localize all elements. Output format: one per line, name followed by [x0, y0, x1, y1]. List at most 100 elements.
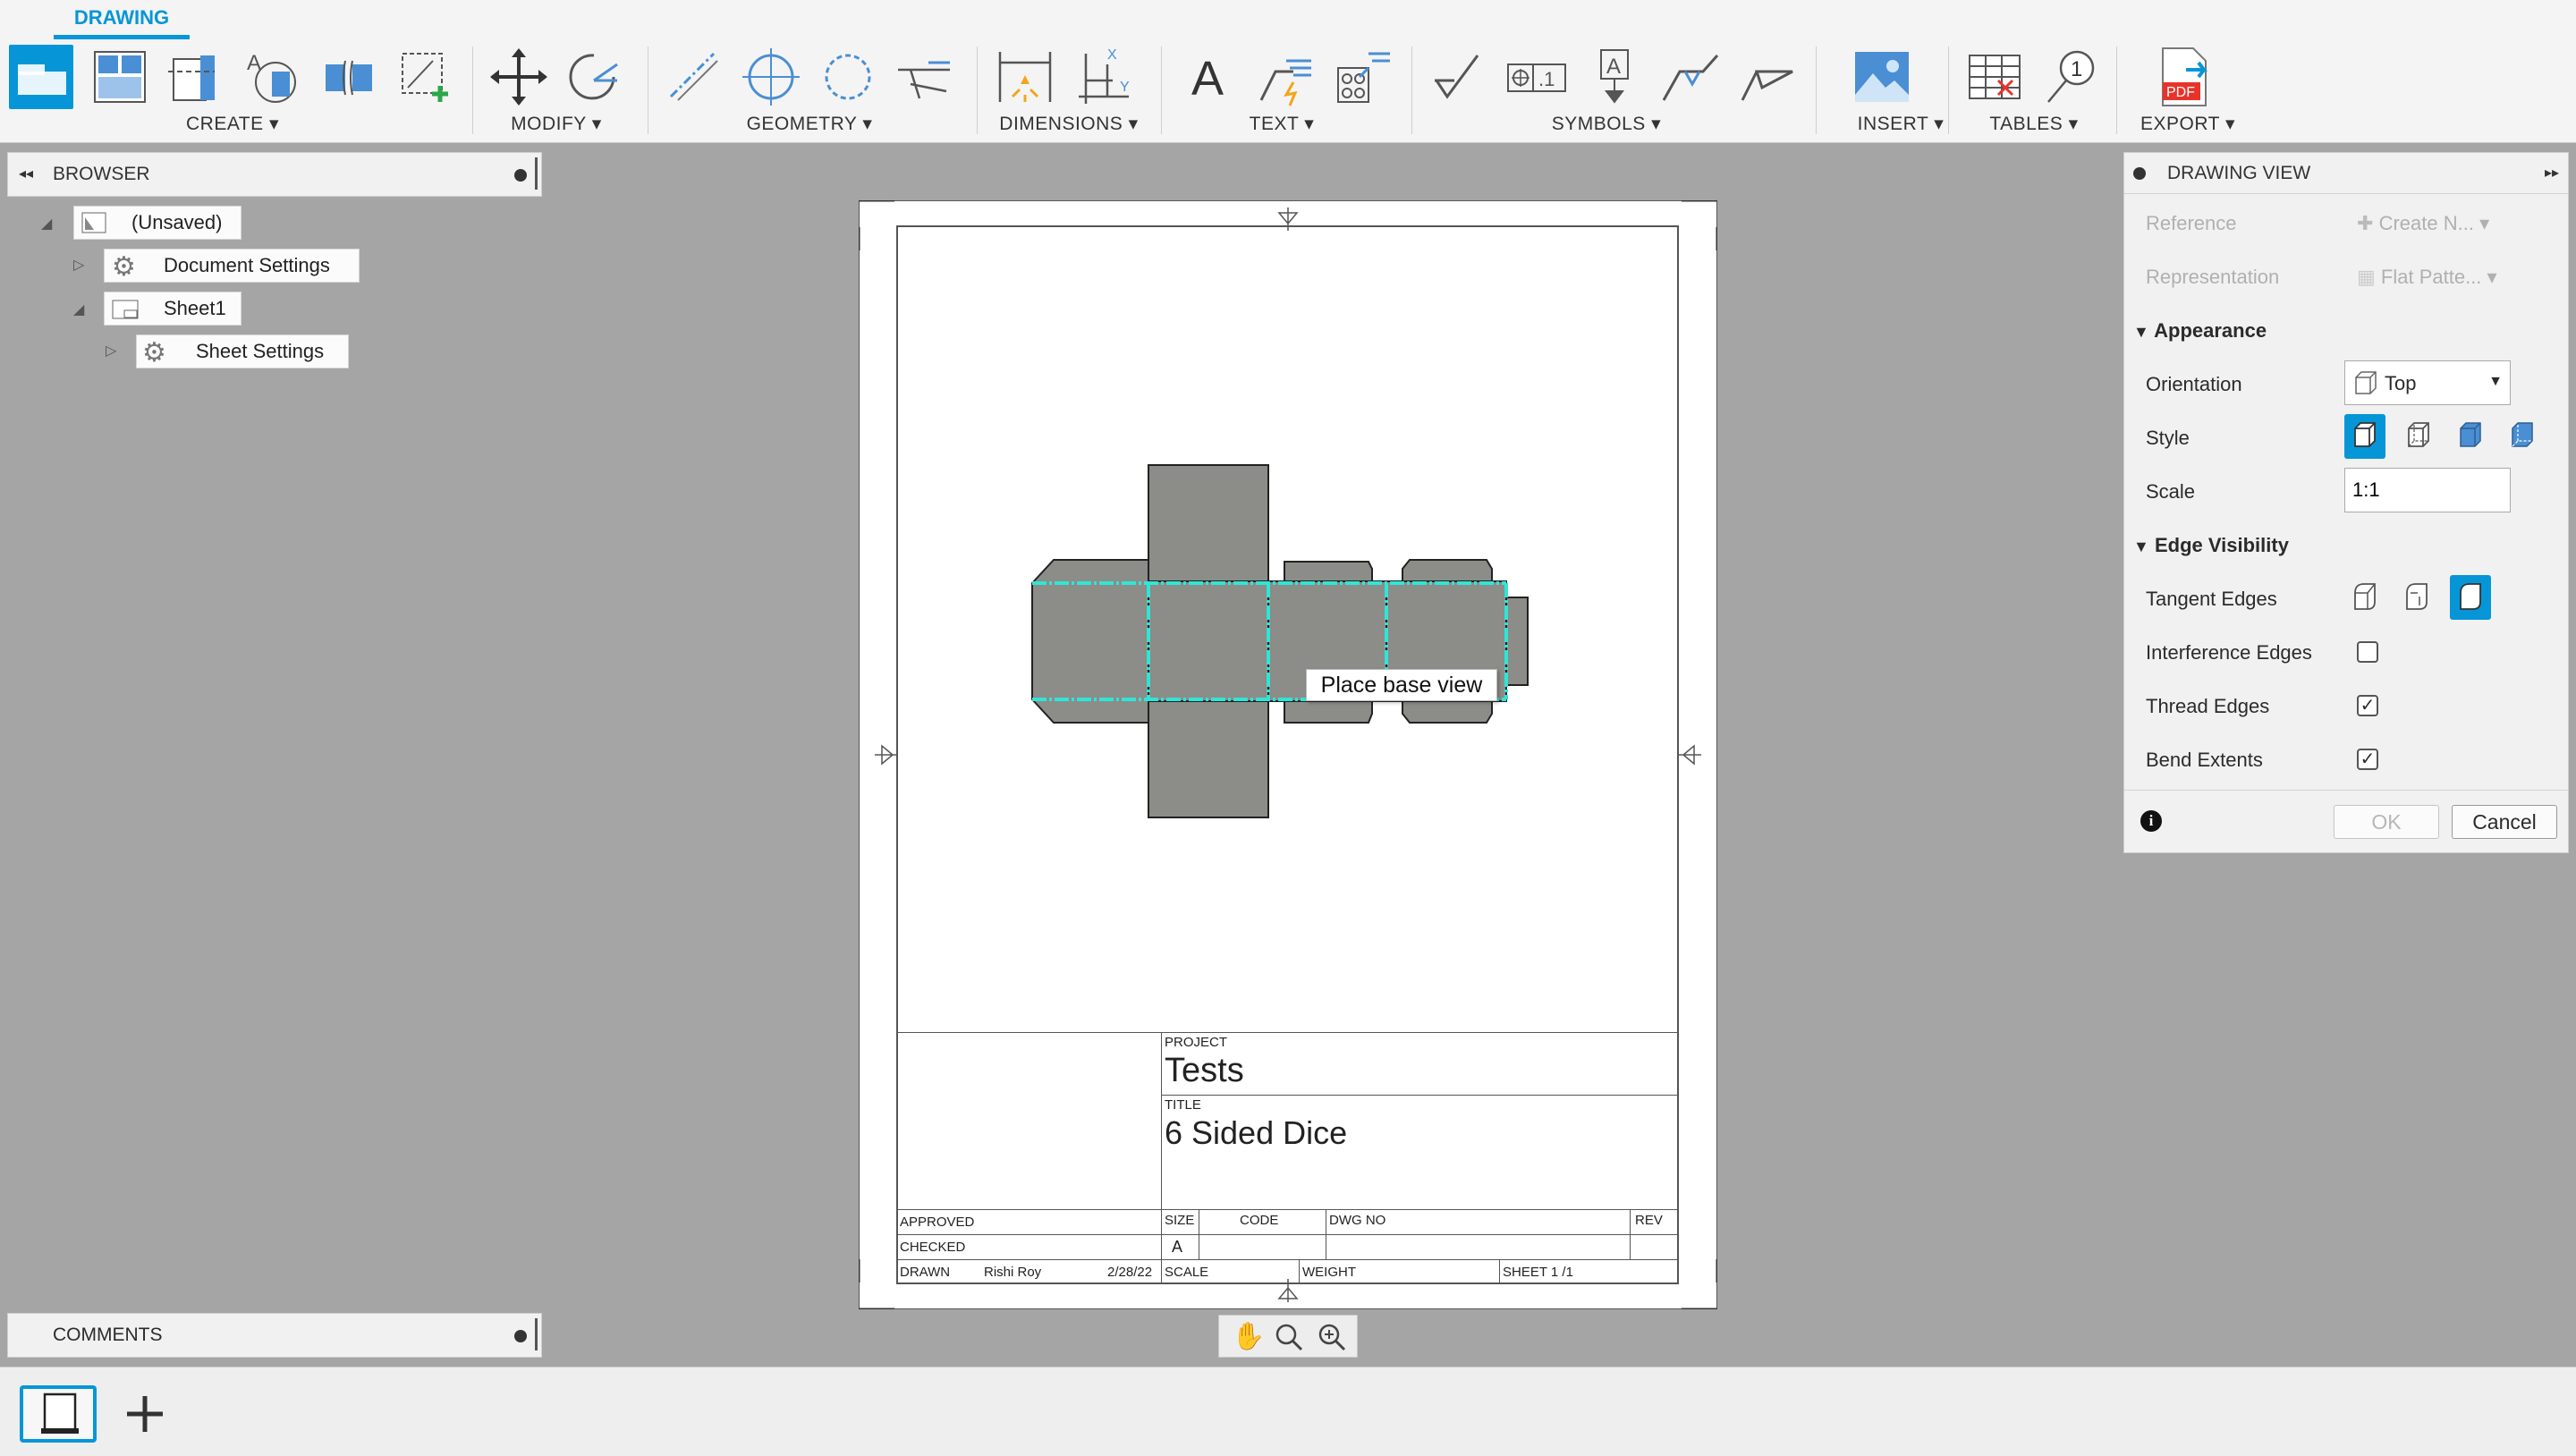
drawing-view-panel: DRAWING VIEW ▸▸ Reference ✚ Create N... …	[2123, 152, 2569, 853]
thread-edges-checkbox[interactable]: ✓	[2357, 695, 2378, 716]
create-new-icon: ✚	[2357, 212, 2374, 234]
create-caret: ▾	[268, 114, 279, 134]
tab-end	[1505, 597, 1529, 686]
collapse-browser-icon[interactable]: ◂◂	[19, 153, 33, 196]
ok-button[interactable]: OK	[2334, 805, 2439, 839]
break-view-icon[interactable]	[317, 45, 381, 109]
edge-extension-icon[interactable]	[893, 45, 957, 109]
reference-caret: ▾	[2479, 212, 2490, 234]
rotate-icon[interactable]	[562, 45, 626, 109]
size-value: A	[1172, 1238, 1183, 1256]
comments-toggle-icon[interactable]	[514, 1330, 527, 1342]
cancel-button[interactable]: Cancel	[2452, 805, 2557, 839]
center-mark-pattern-icon[interactable]	[816, 45, 880, 109]
tangent-shortened-button[interactable]	[2396, 575, 2437, 620]
add-sheet-button[interactable]	[107, 1385, 182, 1443]
browser-item-sheet1[interactable]: Sheet1	[104, 292, 242, 326]
weld-symbol-icon[interactable]	[1658, 45, 1723, 109]
ordinate-dimension-icon[interactable]: XY	[1072, 45, 1136, 109]
face-top	[1148, 464, 1269, 584]
appearance-section[interactable]: ▼ Appearance	[2133, 319, 2267, 343]
tables-label[interactable]: TABLES	[1989, 114, 2063, 134]
svg-text:A: A	[1606, 55, 1621, 79]
insert-image-icon[interactable]	[1850, 45, 1914, 109]
expand-panel-icon[interactable]: ▸▸	[2545, 153, 2559, 194]
group-text: A TEXT ▾	[1179, 39, 1394, 143]
tangent-edges-label: Tangent Edges	[2146, 588, 2277, 610]
orientation-caret: ▼	[2488, 374, 2503, 389]
appearance-title: Appearance	[2154, 319, 2267, 342]
separator	[1948, 47, 1949, 134]
checked-label: CHECKED	[900, 1240, 966, 1255]
reference-dropdown[interactable]: ✚ Create N... ▾	[2357, 212, 2489, 235]
zoom-window-icon[interactable]	[1275, 1323, 1303, 1351]
move-icon[interactable]	[487, 45, 551, 109]
expand-sheet1-icon[interactable]: ◢	[73, 301, 84, 318]
geometry-caret: ▾	[862, 114, 873, 134]
reference-label: Reference	[2146, 212, 2237, 234]
flat-pattern-preview[interactable]	[1029, 461, 1538, 819]
project-value: Tests	[1165, 1052, 1244, 1089]
geometry-label[interactable]: GEOMETRY	[747, 114, 857, 134]
browser-item-root[interactable]: (Unsaved)	[73, 206, 242, 240]
sheet-tab-1[interactable]	[20, 1385, 97, 1443]
dimension-icon[interactable]	[993, 45, 1057, 109]
zoom-icon[interactable]	[1318, 1323, 1346, 1351]
orientation-dropdown[interactable]: Top ▼	[2344, 360, 2511, 405]
style-shaded-hidden-button[interactable]	[2502, 414, 2543, 459]
browser-item-document-settings[interactable]: ⚙ Document Settings	[104, 249, 360, 283]
taper-slope-icon[interactable]	[1735, 45, 1800, 109]
hole-thread-note-icon[interactable]	[1329, 45, 1394, 109]
sketch-icon[interactable]	[394, 45, 458, 109]
dimensions-label[interactable]: DIMENSIONS	[999, 114, 1123, 134]
bend-extents-checkbox[interactable]: ✓	[2357, 749, 2378, 770]
browser-toggle-icon[interactable]	[514, 169, 527, 182]
representation-dropdown[interactable]: ▦ Flat Patte... ▾	[2357, 266, 2497, 289]
interference-edges-checkbox[interactable]	[2357, 641, 2378, 663]
centerline-icon[interactable]	[662, 45, 726, 109]
expand-root-icon[interactable]: ◢	[41, 215, 52, 233]
table-icon[interactable]	[1962, 45, 2027, 109]
balloon-icon[interactable]: 1	[2038, 45, 2102, 109]
comments-resize-handle[interactable]	[535, 1318, 538, 1350]
export-label[interactable]: EXPORT	[2140, 114, 2220, 134]
center-mark-icon[interactable]	[739, 45, 803, 109]
size-label: SIZE	[1165, 1213, 1195, 1228]
panel-status-icon	[2133, 167, 2146, 180]
tangent-off-button[interactable]	[2450, 575, 2491, 620]
feature-control-frame-icon[interactable]: .1	[1504, 45, 1569, 109]
create-label[interactable]: CREATE	[186, 114, 264, 134]
text-label[interactable]: TEXT	[1250, 114, 1299, 134]
text-icon[interactable]: A	[1179, 45, 1243, 109]
style-visible-edges-button[interactable]	[2344, 414, 2385, 459]
section-view-icon[interactable]	[161, 45, 225, 109]
expand-sheet-settings-icon[interactable]: ▷	[106, 342, 116, 360]
browser-item-sheet-settings[interactable]: ⚙ Sheet Settings	[136, 334, 349, 368]
export-pdf-icon[interactable]: PDF	[2154, 45, 2218, 109]
surface-texture-icon[interactable]	[1428, 45, 1492, 109]
symbols-label[interactable]: SYMBOLS	[1552, 114, 1646, 134]
tab-drawing[interactable]: DRAWING	[54, 0, 190, 39]
insert-label[interactable]: INSERT	[1858, 114, 1928, 134]
modify-label[interactable]: MODIFY	[511, 114, 586, 134]
browser-resize-handle[interactable]	[535, 157, 538, 190]
tangent-full-button[interactable]	[2344, 575, 2385, 620]
bend-extents-label: Bend Extents	[2146, 749, 2263, 771]
base-view-icon[interactable]	[9, 45, 73, 109]
style-shaded-button[interactable]	[2450, 414, 2491, 459]
project-label: PROJECT	[1165, 1035, 1228, 1050]
projected-view-icon[interactable]	[86, 45, 150, 109]
sheet-label: SHEET 1 /1	[1503, 1265, 1573, 1280]
scale-input[interactable]	[2344, 468, 2511, 512]
tab-right-2-bottom	[1402, 700, 1493, 724]
leader-icon[interactable]	[1254, 45, 1318, 109]
svg-text:X: X	[1107, 47, 1117, 63]
edge-visibility-section[interactable]: ▼ Edge Visibility	[2133, 534, 2289, 557]
style-hidden-edges-button[interactable]	[2398, 414, 2439, 459]
expand-document-settings-icon[interactable]: ▷	[73, 256, 84, 274]
detail-view-icon[interactable]: A	[242, 45, 306, 109]
info-icon[interactable]: i	[2140, 810, 2162, 832]
gear-icon: ⚙	[112, 252, 136, 282]
datum-identifier-icon[interactable]: A	[1581, 45, 1646, 109]
pan-icon[interactable]: ✋	[1232, 1321, 1265, 1352]
